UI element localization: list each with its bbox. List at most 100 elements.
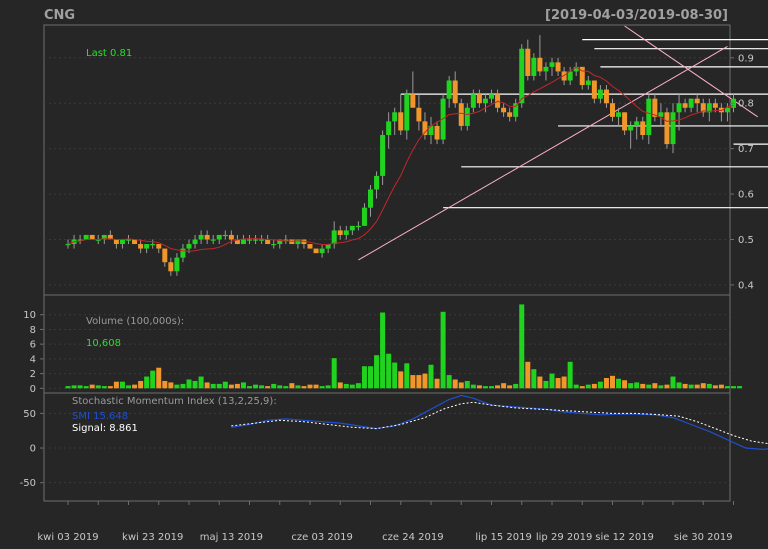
volume-bar — [277, 385, 283, 389]
candle-body — [89, 234, 95, 240]
volume-bar — [271, 383, 277, 389]
volume-bar — [731, 386, 736, 389]
candle-body — [113, 239, 119, 245]
volume-bar — [355, 383, 361, 389]
candle-body — [331, 230, 337, 245]
candle-body — [228, 234, 234, 240]
date-tick-label: cze 03 2019 — [291, 532, 352, 543]
volume-bar — [724, 386, 730, 389]
candle-body — [168, 262, 174, 272]
volume-bar — [192, 380, 198, 389]
volume-label: Volume (100,000s): — [86, 316, 184, 327]
candle-body — [150, 244, 156, 246]
volume-bar — [688, 384, 694, 389]
candle-body — [138, 244, 144, 249]
volume-bar — [422, 373, 428, 389]
volume-bar — [295, 385, 301, 389]
volume-bar — [343, 383, 349, 389]
volume-bar — [313, 384, 319, 389]
volume-tick-label: 4 — [30, 354, 36, 365]
date-tick-label: kwi 23 2019 — [122, 532, 183, 543]
volume-bar — [555, 378, 561, 389]
volume-bar — [150, 370, 156, 389]
volume-bar — [682, 383, 688, 389]
volume-bar — [247, 386, 252, 389]
volume-bar — [737, 386, 743, 389]
volume-bar — [71, 385, 77, 389]
candle-body — [507, 112, 513, 117]
price-tick-label: 0.7 — [738, 144, 754, 155]
volume-bar — [265, 386, 271, 389]
candle-body — [65, 244, 71, 246]
candle-body — [271, 244, 277, 246]
candle-body — [597, 89, 603, 99]
volume-bar — [368, 366, 373, 389]
candle-body — [489, 94, 494, 99]
smi-tick-label: 50 — [23, 409, 36, 420]
volume-bar — [89, 384, 95, 389]
volume-bar — [113, 381, 119, 389]
candle-body — [307, 244, 313, 249]
candle-body — [543, 66, 549, 72]
volume-bar — [398, 371, 404, 389]
candle-body — [404, 94, 410, 131]
volume-bar — [495, 385, 501, 389]
volume-bar — [664, 384, 670, 389]
volume-bar — [174, 384, 180, 389]
volume-tick-label: 8 — [30, 325, 36, 336]
candle-body — [355, 225, 361, 228]
volume-bar — [83, 386, 89, 389]
volume-bar — [610, 375, 615, 389]
volume-bar — [404, 363, 410, 389]
candle-body — [337, 230, 343, 235]
volume-bar — [289, 383, 295, 389]
volume-bar — [718, 384, 724, 389]
candle-body — [513, 103, 519, 117]
candle-body — [119, 239, 125, 245]
price-tick-label: 0.6 — [738, 190, 754, 201]
volume-tick-label: 6 — [30, 340, 36, 351]
date-tick-label: maj 13 2019 — [200, 532, 263, 543]
volume-bar — [428, 364, 434, 389]
volume-bar — [216, 383, 222, 389]
candle-body — [192, 239, 198, 245]
candle-body — [525, 48, 531, 76]
volume-bar — [349, 384, 355, 389]
volume-bar — [616, 378, 622, 389]
volume-bar — [144, 376, 150, 389]
volume-bar — [234, 383, 240, 389]
volume-bar — [95, 385, 101, 389]
volume-bar — [634, 382, 640, 389]
candle-body — [434, 125, 440, 140]
volume-bar — [301, 386, 307, 389]
candle-body — [216, 234, 222, 240]
volume-bar — [156, 367, 162, 389]
stock-chart: CNG [2019-04-03/2019-08-30] 0.4 0.5 0.6 0.7… — [0, 0, 768, 549]
volume-bar — [132, 384, 138, 389]
volume-bar — [319, 386, 325, 389]
volume-bar — [410, 375, 416, 389]
volume-bar — [525, 361, 531, 389]
volume-bar — [325, 385, 331, 389]
volume-bar — [507, 385, 513, 389]
volume-bar — [464, 380, 470, 389]
volume-bar — [222, 381, 228, 389]
candle-body — [144, 244, 150, 249]
candle-body — [186, 244, 192, 249]
candle-body — [537, 57, 543, 72]
volume-bar — [501, 383, 507, 389]
volume-bar — [700, 383, 706, 389]
volume-bar — [240, 382, 246, 389]
volume-bar — [712, 385, 718, 389]
price-tick-label: 0.5 — [738, 235, 754, 246]
date-tick-label: sie 30 2019 — [674, 532, 733, 543]
volume-bar — [622, 380, 628, 389]
volume-bar — [646, 384, 652, 389]
volume-bar — [374, 355, 380, 389]
volume-bar — [470, 384, 476, 389]
candle-body — [585, 80, 591, 86]
price-tick-label: 0.8 — [738, 99, 754, 110]
candle-body — [519, 48, 525, 104]
candle-body — [603, 89, 609, 104]
volume-bar — [628, 383, 634, 389]
